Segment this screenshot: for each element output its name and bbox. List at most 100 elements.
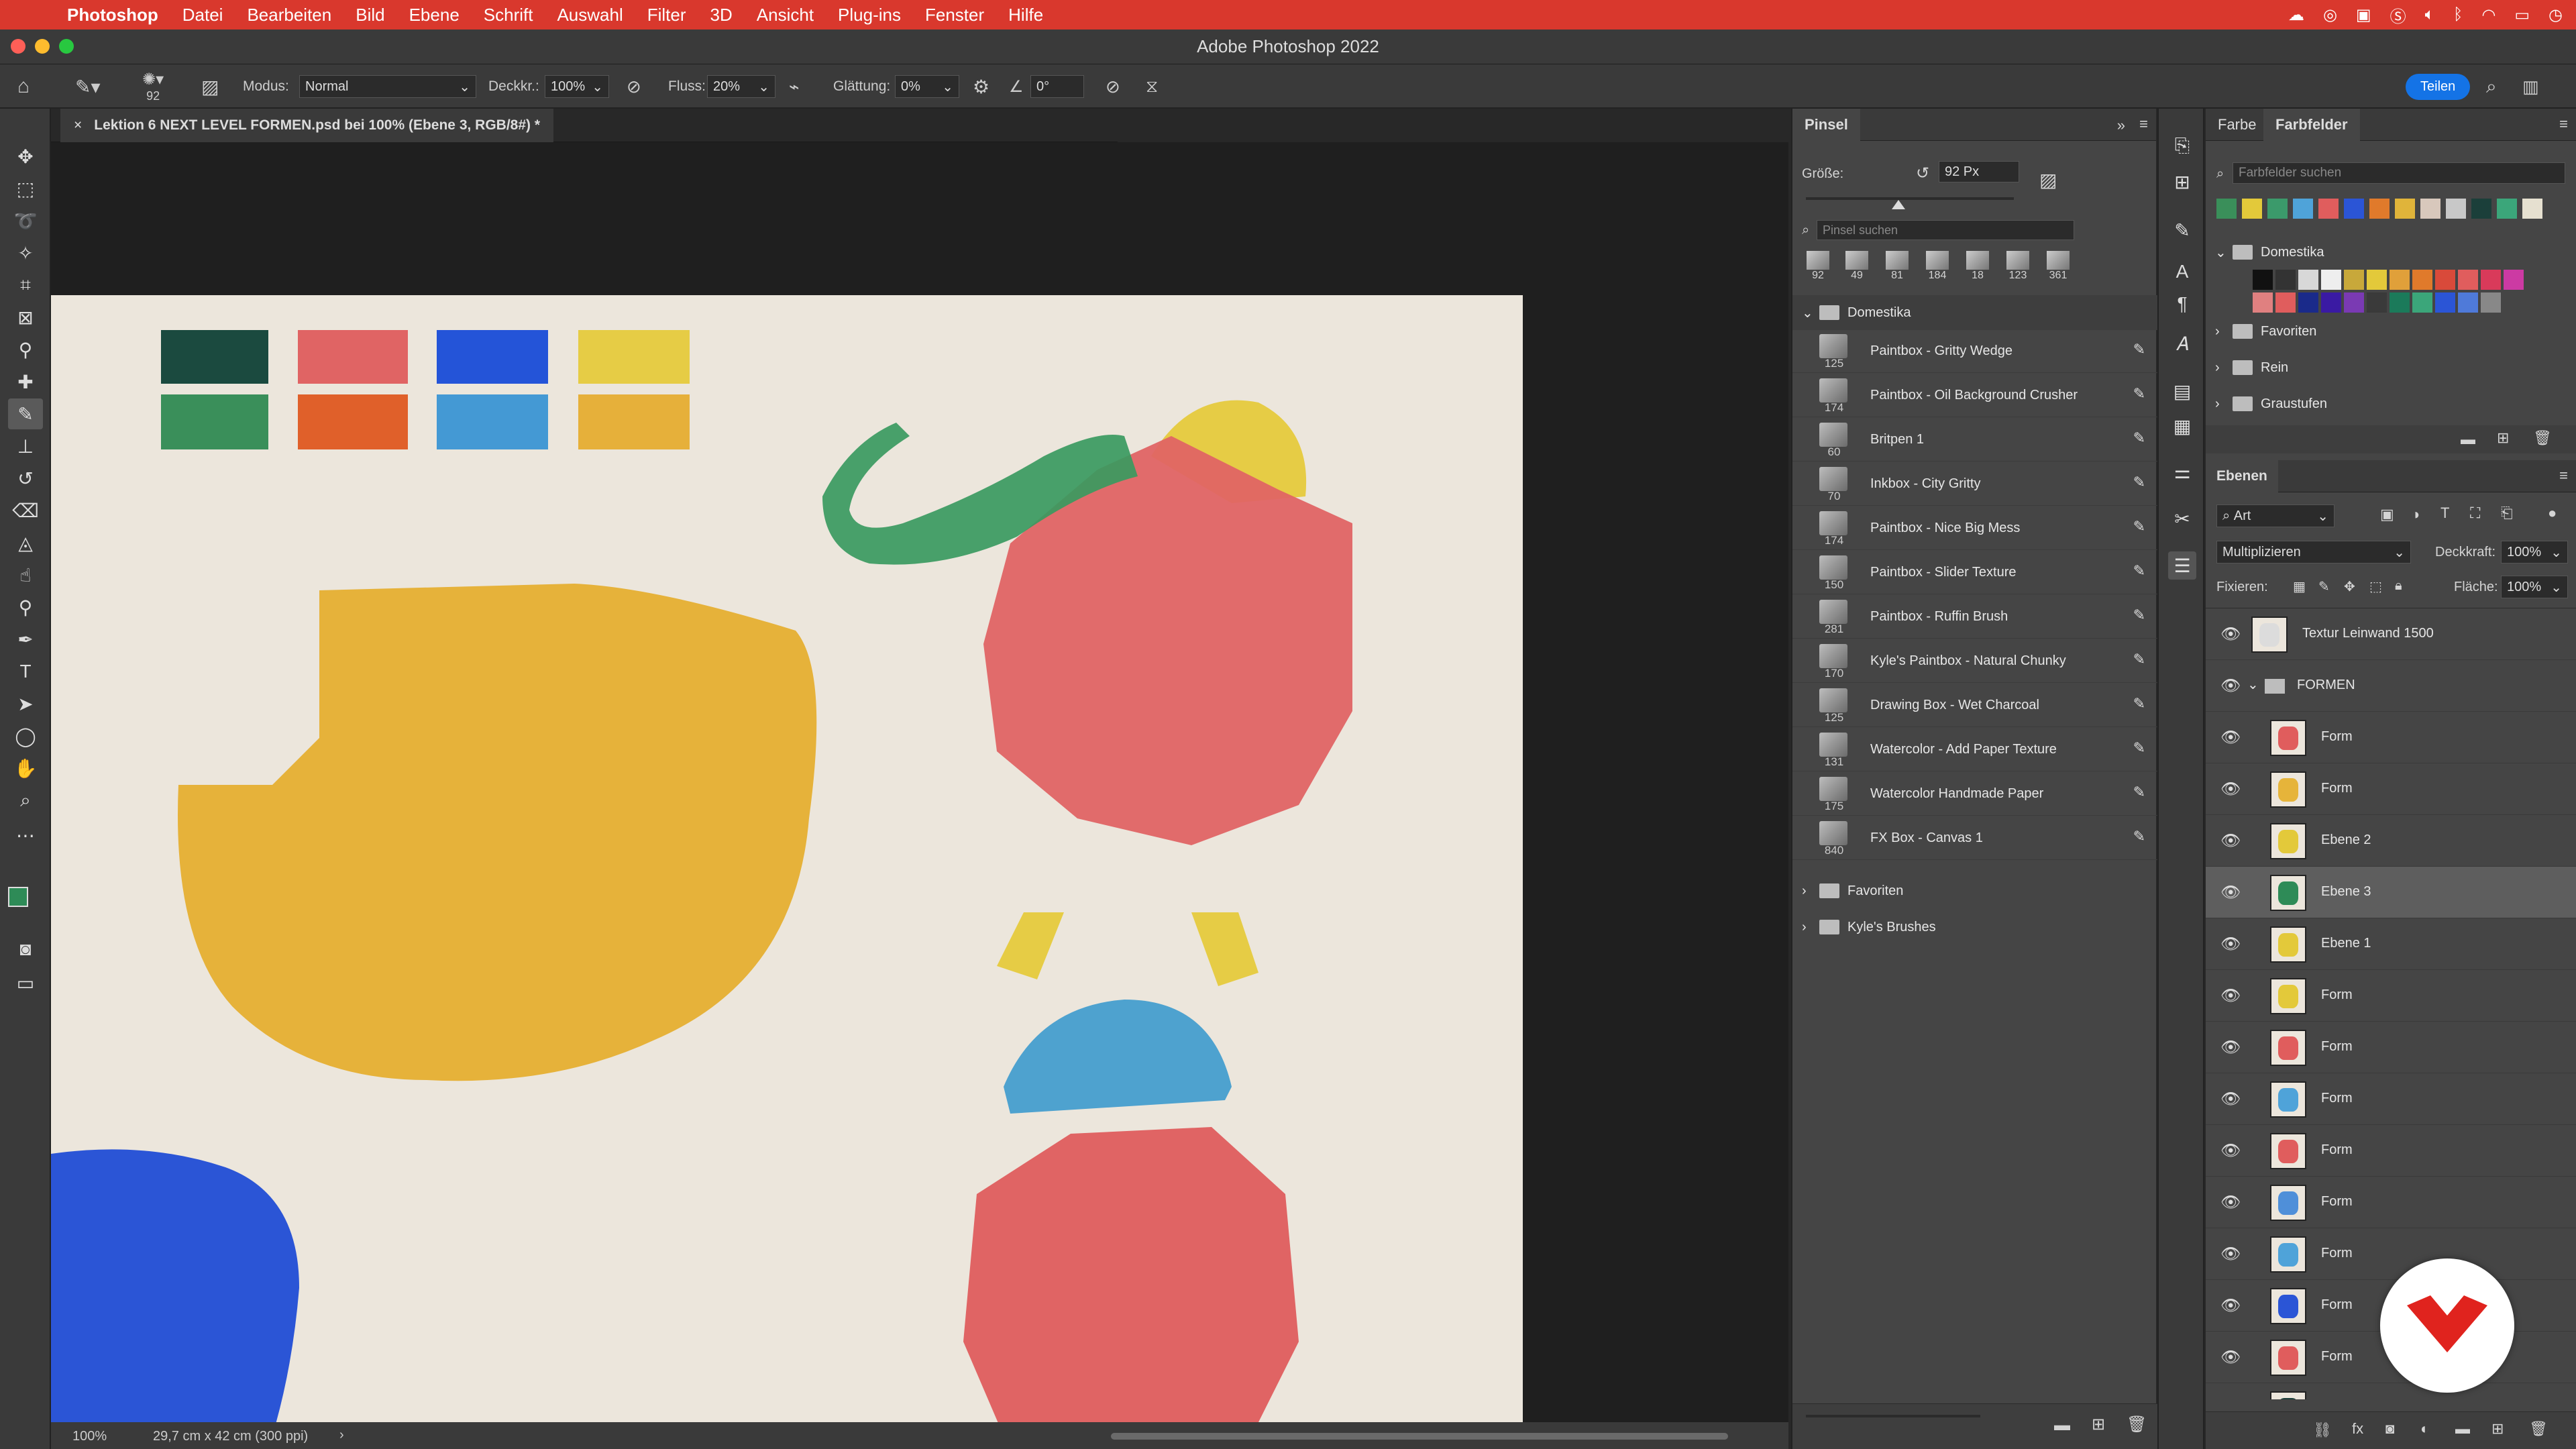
color-swatch[interactable] bbox=[2344, 292, 2364, 313]
volume-icon[interactable]: 🔈︎ bbox=[2425, 5, 2434, 24]
visibility-eye-icon[interactable]: 👁︎ bbox=[2220, 625, 2241, 644]
menu-bearbeiten[interactable]: Bearbeiten bbox=[247, 5, 331, 25]
layer-row[interactable]: 👁︎ ⌄ FORMEN bbox=[2206, 660, 2576, 712]
filter-shape-icon[interactable]: ⛶ bbox=[2470, 504, 2480, 522]
visibility-eye-icon[interactable]: 👁︎ bbox=[2220, 1244, 2241, 1264]
color-swatch[interactable] bbox=[2216, 199, 2237, 219]
zoom-readout[interactable]: 100% bbox=[72, 1429, 107, 1444]
layer-row[interactable]: 👁︎ Form bbox=[2206, 763, 2576, 815]
color-swatch[interactable] bbox=[2318, 199, 2339, 219]
brush-item[interactable]: 70 Inkbox - City Gritty ✎ bbox=[1792, 463, 2157, 506]
brush-search-input[interactable]: Pinsel suchen bbox=[1817, 220, 2074, 240]
brush-tool-icon[interactable]: ✎▾ bbox=[75, 64, 101, 109]
visibility-eye-icon[interactable]: 👁︎ bbox=[2220, 986, 2241, 1006]
crop-tool-icon[interactable]: ⌗ bbox=[8, 270, 43, 301]
color-swatch[interactable] bbox=[2344, 199, 2364, 219]
tab-ebenen[interactable]: Ebenen bbox=[2206, 460, 2278, 492]
color-swatch[interactable] bbox=[2275, 292, 2296, 313]
marquee-tool-icon[interactable]: ⬚ bbox=[8, 173, 43, 204]
color-swatch[interactable] bbox=[2446, 199, 2466, 219]
zoom-tool-icon[interactable]: ⌕ bbox=[8, 785, 43, 816]
glyphs-panel-icon[interactable]: 𝐴 bbox=[2168, 330, 2196, 358]
screen-mode-icon[interactable]: ▭ bbox=[8, 967, 43, 998]
color-swatch[interactable] bbox=[2321, 292, 2341, 313]
history-panel-icon[interactable]: ⎘ bbox=[2168, 131, 2196, 160]
trash-icon[interactable]: 🗑︎ bbox=[2529, 1420, 2548, 1438]
workspace-icon[interactable]: ▥ bbox=[2522, 64, 2539, 109]
swatch-group-domestika[interactable]: ⌄ Domestika bbox=[2206, 235, 2561, 270]
type-tool-icon[interactable]: T bbox=[8, 656, 43, 687]
recent-brush-thumb[interactable] bbox=[1966, 251, 1989, 270]
brush-item[interactable]: 60 Britpen 1 ✎ bbox=[1792, 419, 2157, 462]
brush-folder-kyles[interactable]: › Kyle's Brushes bbox=[1792, 910, 2157, 945]
menu-plugins[interactable]: Plug-ins bbox=[838, 5, 901, 25]
edit-brush-icon[interactable]: ✎ bbox=[2133, 606, 2145, 624]
edit-brush-icon[interactable]: ✎ bbox=[2133, 429, 2145, 447]
color-swatch[interactable] bbox=[2367, 270, 2387, 290]
tools-panel-icon[interactable]: ✂ bbox=[2168, 504, 2196, 533]
tab-farbfelder[interactable]: Farbfelder bbox=[2263, 109, 2360, 141]
eyedropper-icon[interactable]: ⚲ bbox=[8, 334, 43, 365]
color-swatch[interactable] bbox=[2412, 292, 2432, 313]
visibility-eye-icon[interactable]: 👁︎ bbox=[2220, 934, 2241, 954]
hand-tool-icon[interactable]: ✋ bbox=[8, 753, 43, 784]
reset-size-icon[interactable]: ↺ bbox=[1916, 164, 1929, 183]
blend-mode-select[interactable]: Multiplizieren ⌄ bbox=[2216, 541, 2411, 564]
libraries-panel-icon[interactable]: ▤ bbox=[2168, 377, 2196, 405]
chevron-right-icon[interactable]: › bbox=[339, 1428, 344, 1443]
airbrush-icon[interactable]: ⌁ bbox=[789, 64, 800, 109]
new-folder-icon[interactable]: ▬ bbox=[2054, 1416, 2070, 1435]
layer-row[interactable]: 👁︎ Form bbox=[2206, 1022, 2576, 1073]
brush-preset-picker[interactable]: ✺▾ 92 bbox=[142, 64, 164, 109]
menu-datei[interactable]: Datei bbox=[182, 5, 223, 25]
chevron-down-icon[interactable]: ⌄ bbox=[2247, 676, 2259, 693]
visibility-eye-icon[interactable]: 👁︎ bbox=[2220, 676, 2241, 696]
color-swatch[interactable] bbox=[2458, 292, 2478, 313]
brush-item[interactable]: 125 Paintbox - Gritty Wedge ✎ bbox=[1792, 330, 2157, 373]
creative-cloud-icon[interactable]: ☁ bbox=[2288, 5, 2304, 25]
swatch-folder-rein[interactable]: › Rein bbox=[2206, 350, 2571, 385]
brush-item[interactable]: 131 Watercolor - Add Paper Texture ✎ bbox=[1792, 729, 2157, 771]
canvas-area[interactable] bbox=[51, 142, 1788, 1422]
brush-tool-icon[interactable]: ✎ bbox=[8, 398, 43, 429]
angle-field[interactable]: 0° bbox=[1030, 75, 1084, 98]
menu-fenster[interactable]: Fenster bbox=[925, 5, 984, 25]
layer-row[interactable]: 👁︎ Ebene 1 bbox=[2206, 918, 2576, 970]
color-swatch[interactable] bbox=[2369, 199, 2390, 219]
layer-row[interactable]: 👁︎ Form bbox=[2206, 1125, 2576, 1177]
trash-icon[interactable]: 🗑︎ bbox=[2533, 429, 2552, 447]
edit-brush-icon[interactable]: ✎ bbox=[2133, 828, 2145, 845]
close-icon[interactable]: × bbox=[74, 117, 82, 133]
edit-brush-icon[interactable]: ✎ bbox=[2133, 562, 2145, 580]
swatch-search-input[interactable]: Farbfelder suchen bbox=[2233, 162, 2565, 184]
bluetooth-icon[interactable]: ᛒ bbox=[2453, 5, 2463, 24]
visibility-eye-icon[interactable]: 👁︎ bbox=[2220, 780, 2241, 799]
lock-transparency-icon[interactable]: ▦ bbox=[2293, 578, 2306, 595]
color-swatch[interactable] bbox=[2471, 199, 2491, 219]
filter-adjustment-icon[interactable]: ◑ bbox=[2411, 506, 2420, 523]
collapse-icon[interactable]: » bbox=[2117, 117, 2125, 134]
layer-style-icon[interactable]: fx bbox=[2352, 1420, 2363, 1438]
new-folder-icon[interactable]: ▬ bbox=[2461, 431, 2475, 448]
lock-all-icon[interactable]: 🔒︎ bbox=[2395, 578, 2402, 594]
adjustments-panel-icon[interactable]: ⚌ bbox=[2168, 458, 2196, 486]
layer-row[interactable]: 👁︎ Form bbox=[2206, 1177, 2576, 1228]
color-swatch[interactable] bbox=[2298, 270, 2318, 290]
quick-mask-icon[interactable]: ◙ bbox=[8, 934, 43, 965]
menu-filter[interactable]: Filter bbox=[647, 5, 686, 25]
artboard[interactable] bbox=[51, 295, 1523, 1422]
edit-brush-icon[interactable]: ✎ bbox=[2133, 341, 2145, 358]
panel-menu-icon[interactable]: ≡ bbox=[2559, 467, 2568, 484]
menu-app-name[interactable]: Photoshop bbox=[67, 5, 158, 25]
visibility-eye-icon[interactable]: 👁︎ bbox=[2220, 1193, 2241, 1212]
gear-icon[interactable]: ⚙ bbox=[973, 64, 989, 109]
visibility-eye-icon[interactable]: 👁︎ bbox=[2220, 1296, 2241, 1316]
edit-brush-icon[interactable]: ✎ bbox=[2133, 474, 2145, 491]
visibility-eye-icon[interactable]: 👁︎ bbox=[2220, 831, 2241, 851]
new-group-icon[interactable]: ▬ bbox=[2455, 1420, 2470, 1438]
tab-farbe[interactable]: Farbe bbox=[2206, 109, 2268, 141]
color-swatch[interactable] bbox=[2481, 270, 2501, 290]
preview-size-slider[interactable] bbox=[1806, 1415, 1980, 1417]
trash-icon[interactable]: 🗑︎ bbox=[2127, 1415, 2147, 1434]
lock-artboard-icon[interactable]: ⬚ bbox=[2369, 578, 2382, 595]
